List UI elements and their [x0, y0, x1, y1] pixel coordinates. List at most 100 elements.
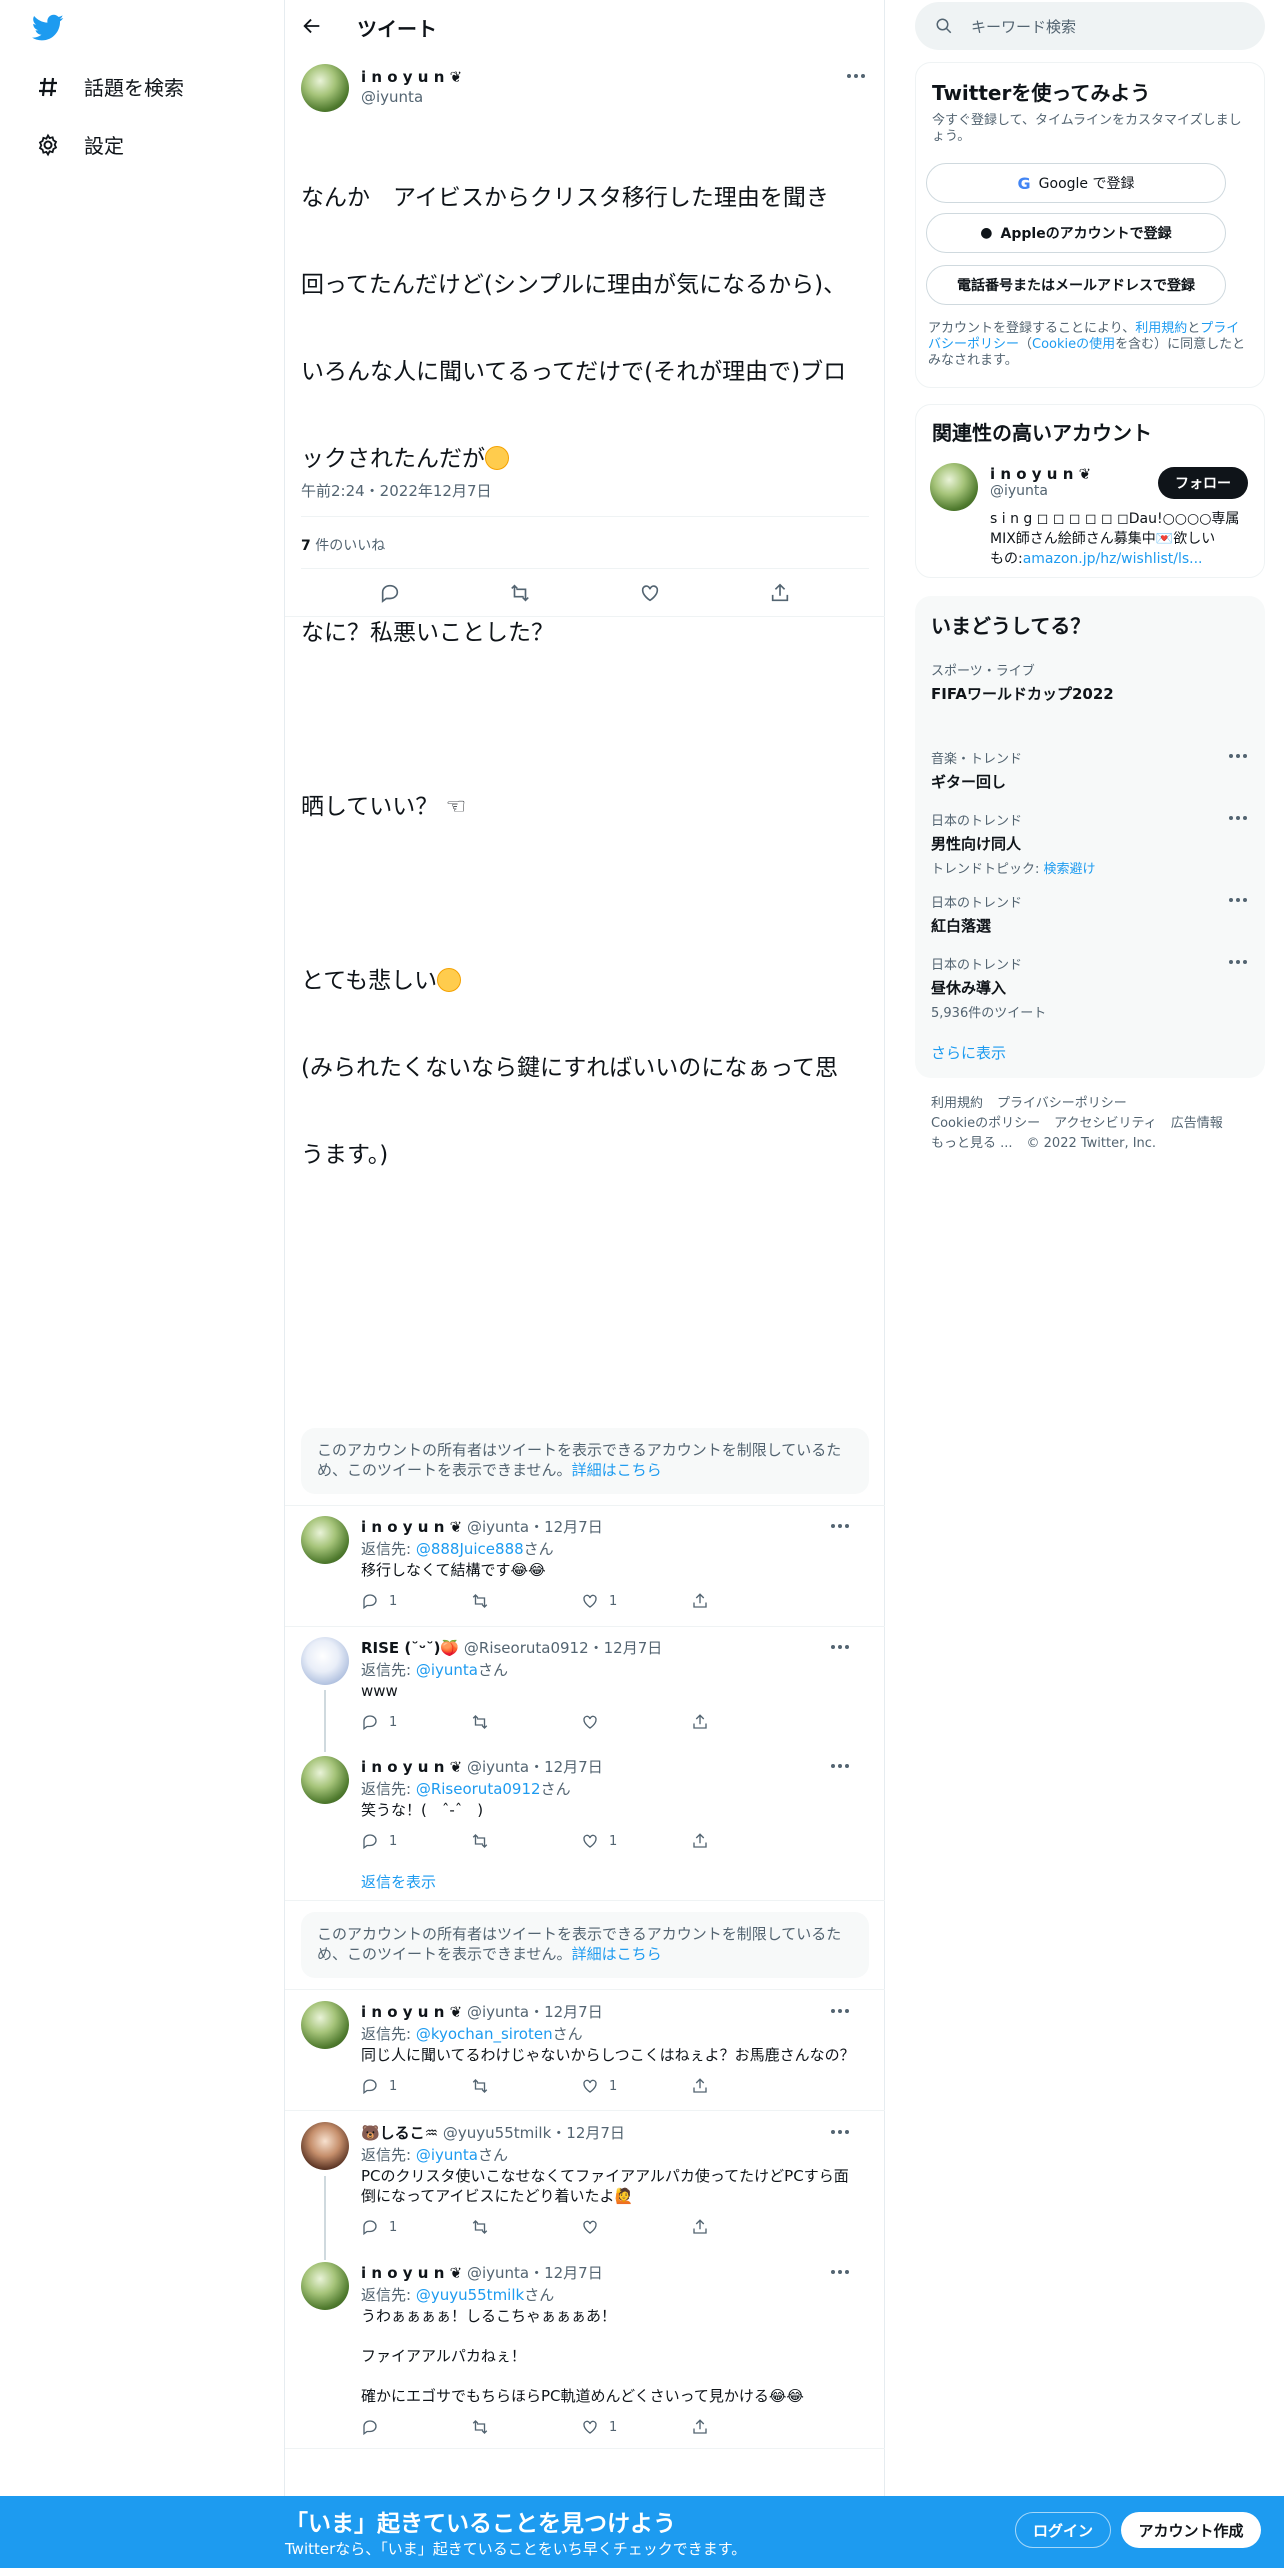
author-handle[interactable]: @iyunta — [361, 88, 462, 106]
reply-author-name[interactable]: i n o y u n ❦ — [361, 1758, 462, 1776]
more-options-icon[interactable] — [831, 2009, 851, 2015]
reply-meta[interactable]: @Riseoruta0912・12月7日 — [464, 1639, 662, 1657]
retweet-button[interactable] — [471, 2077, 561, 2095]
like-button[interactable] — [581, 1713, 671, 1731]
share-button[interactable] — [691, 1832, 781, 1850]
likes-count[interactable]: 7 件のいいね — [301, 535, 385, 555]
reply-tweet[interactable]: 🐻しるこ♒ @yuyu55tmilk・12月7日 返信先: @iyuntaさん … — [301, 2122, 869, 2246]
retweet-button[interactable] — [471, 2418, 561, 2436]
author-avatar[interactable] — [301, 64, 349, 112]
reply-avatar[interactable] — [301, 1637, 349, 1685]
cookie-link[interactable]: Cookieの使用 — [1032, 337, 1115, 352]
reply-avatar[interactable] — [301, 1756, 349, 1804]
reply-meta[interactable]: @iyunta・12月7日 — [467, 1758, 603, 1776]
share-button[interactable] — [691, 1713, 781, 1731]
twitter-logo-icon[interactable] — [32, 14, 64, 42]
login-button[interactable]: ログイン — [1015, 2512, 1111, 2548]
more-options-icon[interactable] — [1229, 754, 1249, 760]
more-options-icon[interactable] — [1229, 816, 1249, 822]
more-options-icon[interactable] — [831, 1524, 851, 1530]
reply-button[interactable]: 1 — [361, 2218, 451, 2236]
reply-author-name[interactable]: RISE (˘ᵕ˘)🍑 — [361, 1639, 459, 1657]
share-button[interactable] — [691, 2418, 781, 2436]
follow-button[interactable]: フォロー — [1158, 467, 1248, 499]
reply-to-link[interactable]: @iyunta — [416, 1661, 478, 1679]
like-heart-icon[interactable] — [639, 582, 661, 604]
reply-button[interactable]: 1 — [361, 2077, 451, 2095]
search-box[interactable]: キーワード検索 — [915, 2, 1265, 50]
show-more-link[interactable]: さらに表示 — [931, 1042, 1006, 1063]
more-options-icon[interactable] — [831, 1645, 851, 1651]
footer-link[interactable]: Cookieのポリシー — [931, 1116, 1040, 1131]
nav-settings[interactable]: 設定 — [36, 130, 124, 159]
trend-item[interactable]: 音楽・トレンド ギター回し — [931, 748, 1249, 792]
reply-author-name[interactable]: i n o y u n ❦ — [361, 2003, 462, 2021]
reply-meta[interactable]: @iyunta・12月7日 — [467, 2003, 603, 2021]
like-button[interactable]: 1 — [581, 2077, 671, 2095]
reply-avatar[interactable] — [301, 1516, 349, 1564]
wishlist-link[interactable]: amazon.jp/hz/wishlist/ls... — [1023, 551, 1203, 567]
google-signup-button[interactable]: G Google で登録 — [926, 163, 1226, 203]
reply-author-name[interactable]: i n o y u n ❦ — [361, 2264, 462, 2282]
terms-link[interactable]: 利用規約 — [1135, 321, 1187, 336]
search-input[interactable]: キーワード検索 — [971, 16, 1076, 37]
like-button[interactable] — [581, 2218, 671, 2236]
reply-tweet[interactable]: i n o y u n ❦ @iyunta・12月7日 返信先: @yuyu55… — [301, 2262, 869, 2442]
like-button[interactable]: 1 — [581, 1592, 671, 1610]
reply-meta[interactable]: @iyunta・12月7日 — [467, 1518, 603, 1536]
phone-email-signup-button[interactable]: 電話番号またはメールアドレスで登録 — [926, 265, 1226, 305]
reply-tweet[interactable]: i n o y u n ❦ @iyunta・12月7日 返信先: @kyocha… — [301, 2001, 869, 2101]
reply-icon[interactable] — [379, 582, 401, 604]
reply-avatar[interactable] — [301, 2262, 349, 2310]
reply-to-link[interactable]: @Riseoruta0912 — [416, 1780, 541, 1798]
reply-author-name[interactable]: 🐻しるこ♒ — [361, 2124, 438, 2142]
share-button[interactable] — [691, 2218, 781, 2236]
footer-link[interactable]: 広告情報 — [1171, 1116, 1223, 1131]
trend-item[interactable]: 日本のトレンド 昼休み導入 5,936件のツイート — [931, 954, 1249, 1021]
trend-item[interactable]: 日本のトレンド 紅白落選 — [931, 892, 1249, 936]
author-name[interactable]: i n o y u n ❦ — [361, 68, 462, 86]
share-button[interactable] — [691, 1592, 781, 1610]
reply-tweet[interactable]: i n o y u n ❦ @iyunta・12月7日 返信先: @888Jui… — [301, 1516, 869, 1616]
related-avatar[interactable] — [930, 463, 978, 511]
more-options-icon[interactable] — [1229, 960, 1249, 966]
reply-author-name[interactable]: i n o y u n ❦ — [361, 1518, 462, 1536]
trend-item[interactable]: スポーツ・ライブ FIFAワールドカップ2022 — [931, 660, 1249, 704]
trend-topic-link[interactable]: 検索避け — [1044, 862, 1096, 877]
learn-more-link[interactable]: 詳細はこちら — [572, 1945, 662, 1963]
learn-more-link[interactable]: 詳細はこちら — [572, 1461, 662, 1479]
footer-link[interactable]: 利用規約 — [931, 1096, 983, 1111]
reply-button[interactable]: 1 — [361, 1832, 451, 1850]
reply-button[interactable]: 1 — [361, 1592, 451, 1610]
footer-link[interactable]: アクセシビリティ — [1054, 1116, 1157, 1131]
back-arrow-icon[interactable] — [301, 15, 323, 37]
retweet-button[interactable] — [471, 1832, 561, 1850]
nav-explore[interactable]: 話題を検索 — [36, 72, 184, 101]
trend-item[interactable]: 日本のトレンド 男性向け同人 トレンドトピック: 検索避け — [931, 810, 1249, 877]
more-options-icon[interactable] — [1229, 898, 1249, 904]
reply-button[interactable]: 1 — [361, 1713, 451, 1731]
reply-to-link[interactable]: @yuyu55tmilk — [416, 2286, 524, 2304]
show-replies-link[interactable]: 返信を表示 — [361, 1871, 436, 1892]
reply-avatar[interactable] — [301, 2001, 349, 2049]
reply-to-link[interactable]: @888Juice888 — [416, 1540, 524, 1558]
more-options-icon[interactable] — [831, 1764, 851, 1770]
reply-tweet[interactable]: RISE (˘ᵕ˘)🍑 @Riseoruta0912・12月7日 返信先: @i… — [301, 1637, 869, 1737]
share-button[interactable] — [691, 2077, 781, 2095]
reply-to-link[interactable]: @kyochan_siroten — [416, 2025, 553, 2043]
reply-meta[interactable]: @yuyu55tmilk・12月7日 — [443, 2124, 625, 2142]
more-options-icon[interactable] — [831, 2130, 851, 2136]
more-options-icon[interactable] — [831, 2270, 851, 2276]
like-button[interactable]: 1 — [581, 1832, 671, 1850]
footer-link[interactable]: もっと見る ... — [931, 1136, 1013, 1151]
tweet-timestamp[interactable]: 午前2:24・2022年12月7日 — [301, 480, 492, 501]
reply-to-link[interactable]: @iyunta — [416, 2146, 478, 2164]
signup-button[interactable]: アカウント作成 — [1121, 2512, 1261, 2548]
reply-avatar[interactable] — [301, 2122, 349, 2170]
retweet-icon[interactable] — [509, 582, 531, 604]
retweet-button[interactable] — [471, 1592, 561, 1610]
share-icon[interactable] — [769, 582, 791, 604]
reply-button[interactable] — [361, 2418, 451, 2436]
more-options-icon[interactable] — [847, 74, 867, 80]
like-button[interactable]: 1 — [581, 2418, 671, 2436]
